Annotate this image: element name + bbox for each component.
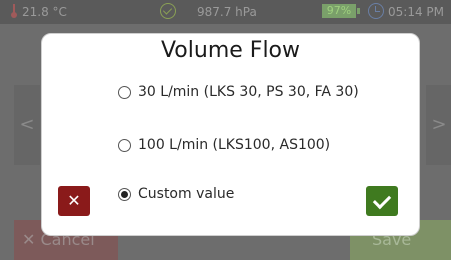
option-label: 30 L/min (LKS 30, PS 30, FA 30) xyxy=(138,84,359,100)
option-custom-value[interactable]: Custom value xyxy=(118,186,234,202)
pressure-readout: 987.7 hPa xyxy=(197,5,257,19)
volume-flow-dialog: Volume Flow 30 L/min (LKS 30, PS 30, FA … xyxy=(41,33,420,236)
status-ok-icon xyxy=(160,3,176,19)
confirm-button[interactable] xyxy=(366,186,398,216)
option-label: Custom value xyxy=(138,186,235,202)
temperature-readout: 21.8 °C xyxy=(22,5,67,19)
battery-indicator: 97% xyxy=(322,4,360,18)
thermometer-icon xyxy=(11,4,17,18)
dialog-title: Volume Flow xyxy=(160,38,301,63)
status-bar: 21.8 °C 987.7 hPa 97% 05:14 PM xyxy=(0,0,451,24)
option-label: 100 L/min (LKS100, AS100) xyxy=(138,137,331,153)
radio-button[interactable] xyxy=(118,85,131,99)
cancel-button[interactable]: ✕ xyxy=(58,186,90,216)
time-readout: 05:14 PM xyxy=(388,5,444,19)
next-page-button: > xyxy=(426,85,451,165)
option-100-lmin[interactable]: 100 L/min (LKS100, AS100) xyxy=(118,137,330,153)
radio-button[interactable] xyxy=(118,138,131,152)
option-30-lmin[interactable]: 30 L/min (LKS 30, PS 30, FA 30) xyxy=(118,84,359,100)
clock-icon xyxy=(368,3,384,19)
close-icon: ✕ xyxy=(67,191,81,210)
prev-page-button: < xyxy=(14,85,40,165)
radio-button-selected[interactable] xyxy=(118,187,131,201)
chevron-left-icon: < xyxy=(19,114,35,135)
checkmark-icon xyxy=(372,190,392,210)
chevron-right-icon: > xyxy=(431,114,447,135)
